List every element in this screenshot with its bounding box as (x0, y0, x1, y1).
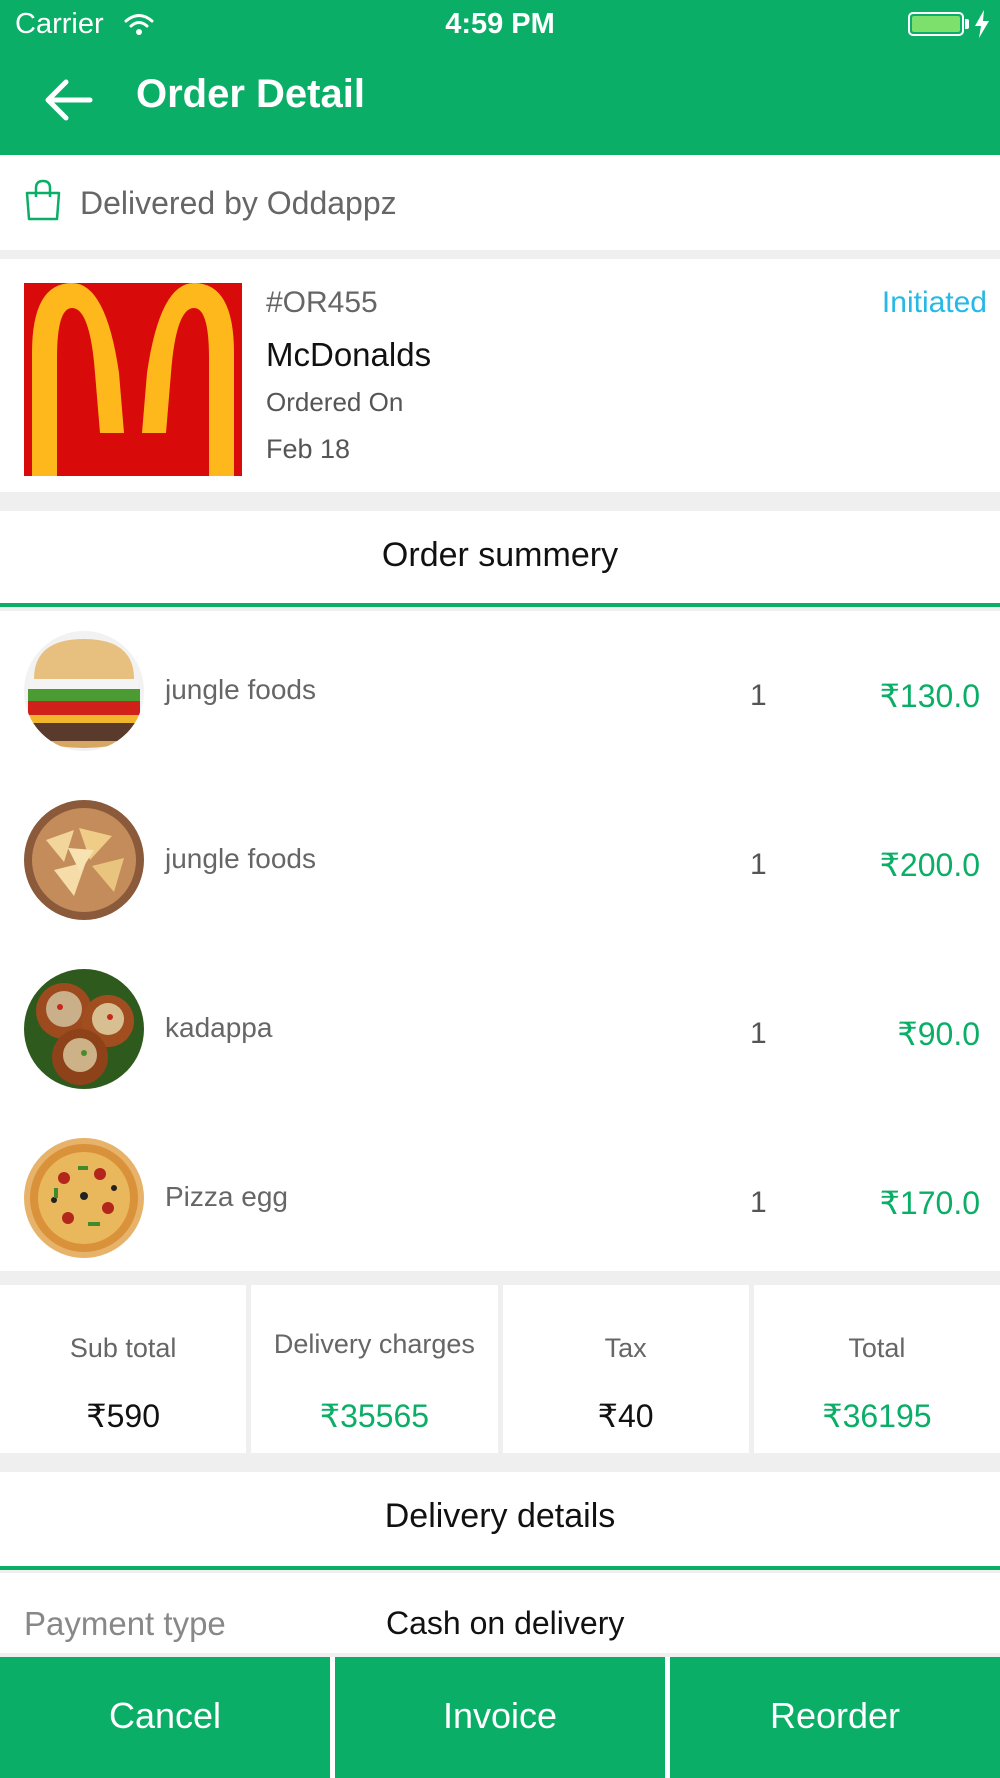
order-status: Initiated (881, 286, 987, 319)
delivered-by-bar: Delivered by Oddappz (0, 155, 1000, 250)
status-bar: Carrier 4:59 PM (0, 0, 1000, 50)
delivery-charges-cell: Delivery charges ₹35565 (251, 1285, 498, 1453)
battery-nub (965, 19, 969, 29)
restaurant-name: McDonalds (266, 336, 432, 373)
cancel-button[interactable]: Cancel (0, 1657, 330, 1778)
burger-image (24, 631, 144, 751)
subtotal-label: Sub total (69, 1333, 177, 1363)
payment-type-row: Payment type Cash on delivery (0, 1573, 1000, 1653)
list-item[interactable]: jungle foods 1 ₹130.0 (0, 611, 1000, 780)
battery-icon (908, 12, 964, 36)
list-item[interactable]: Pizza egg 1 ₹170.0 (0, 1118, 1000, 1287)
item-price: ₹130.0 (879, 678, 980, 714)
total-label: Total (848, 1333, 906, 1363)
restaurant-card: #OR455 Initiated McDonalds Ordered On Fe… (0, 259, 1000, 492)
invoice-button[interactable]: Invoice (335, 1657, 665, 1778)
order-date: Feb 18 (266, 434, 351, 464)
stuffed-bites-image (24, 969, 144, 1089)
item-name: Pizza egg (165, 1181, 288, 1212)
total-cell: Total ₹36195 (753, 1285, 1000, 1453)
delivery-charges-label: Delivery charges (273, 1329, 475, 1359)
reorder-button[interactable]: Reorder (670, 1657, 1000, 1778)
mcdonalds-logo (24, 283, 242, 476)
tax-cell: Tax ₹40 (502, 1285, 749, 1453)
item-name: jungle foods (165, 674, 317, 705)
totals-row: Sub total ₹590 Delivery charges ₹35565 T… (0, 1285, 1000, 1453)
delivered-by-text: Delivered by Oddappz (80, 185, 397, 221)
back-arrow-icon[interactable] (40, 72, 96, 128)
delivery-details-header: Delivery details (0, 1472, 1000, 1570)
ordered-on-label: Ordered On (266, 387, 404, 417)
app-header: Order Detail (0, 50, 1000, 155)
item-quantity: 1 (750, 679, 767, 712)
item-price: ₹170.0 (879, 1185, 980, 1221)
list-item[interactable]: kadappa 1 ₹90.0 (0, 949, 1000, 1118)
item-price: ₹200.0 (879, 847, 980, 883)
list-item[interactable]: jungle foods 1 ₹200.0 (0, 780, 1000, 949)
nachos-image (24, 800, 144, 920)
item-quantity: 1 (750, 1017, 767, 1050)
item-quantity: 1 (750, 1186, 767, 1219)
delivery-details-title: Delivery details (384, 1497, 616, 1535)
payment-type-value: Cash on delivery (386, 1605, 625, 1641)
page-title: Order Detail (136, 72, 365, 116)
subtotal-cell: Sub total ₹590 (0, 1285, 247, 1453)
charging-icon (975, 10, 989, 38)
delivery-charges-value: ₹35565 (319, 1398, 430, 1434)
item-quantity: 1 (750, 848, 767, 881)
action-bar: Cancel Invoice Reorder (0, 1657, 1000, 1778)
item-name: jungle foods (165, 843, 317, 874)
total-value: ₹36195 (822, 1398, 932, 1434)
tax-value: ₹40 (597, 1398, 654, 1434)
item-price: ₹90.0 (897, 1016, 980, 1052)
tax-label: Tax (604, 1333, 647, 1363)
subtotal-value: ₹590 (86, 1398, 160, 1434)
order-id: #OR455 (266, 286, 378, 319)
order-items-list: jungle foods 1 ₹130.0 jungle foods 1 ₹20… (0, 611, 1000, 1271)
clock: 4:59 PM (445, 8, 555, 40)
order-summary-title: Order summery (381, 536, 619, 574)
pizza-image (24, 1138, 144, 1258)
order-summary-header: Order summery (0, 511, 1000, 607)
item-name: kadappa (165, 1012, 273, 1043)
payment-type-label: Payment type (24, 1605, 226, 1642)
shopping-bag-icon (25, 179, 61, 221)
